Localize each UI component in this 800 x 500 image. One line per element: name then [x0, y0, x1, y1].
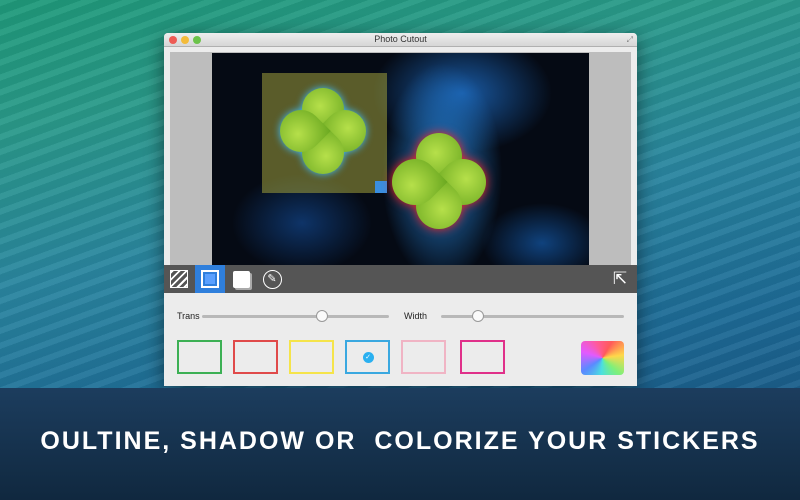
color-swatch-magenta[interactable]	[460, 340, 505, 374]
resize-handle[interactable]	[375, 181, 387, 193]
promo-caption: OULTINE, SHADOW OR COLORIZE YOUR STICKER…	[40, 427, 760, 455]
outline-tool-button[interactable]	[195, 265, 225, 293]
fullscreen-icon[interactable]: ⤢	[627, 35, 633, 45]
stripes-tool-button[interactable]	[164, 265, 194, 293]
title-bar: Photo Cutout ⤢	[164, 33, 637, 47]
share-button[interactable]: ⇱	[605, 265, 635, 293]
controls-panel: Trans Width ✓	[164, 293, 637, 386]
color-swatch-green[interactable]	[177, 340, 222, 374]
sticker-clover-shadow[interactable]	[382, 123, 496, 239]
toolbar: ✎ ⇱	[164, 265, 637, 293]
sticker-clover-outlined[interactable]	[271, 79, 375, 183]
photo-canvas[interactable]	[212, 53, 589, 265]
shadow-icon	[232, 270, 250, 288]
width-slider[interactable]	[441, 310, 624, 322]
checkmark-icon: ✓	[362, 352, 374, 363]
width-label: Width	[404, 311, 428, 321]
pencil-circle-icon: ✎	[262, 269, 282, 289]
outline-icon	[201, 270, 219, 288]
window-title: Photo Cutout	[374, 34, 427, 44]
color-swatch-yellow[interactable]	[289, 340, 334, 374]
shadow-tool-button[interactable]	[226, 265, 256, 293]
custom-color-button[interactable]	[581, 341, 624, 375]
color-swatch-red[interactable]	[233, 340, 278, 374]
color-swatch-blue[interactable]: ✓	[345, 340, 390, 374]
stripes-icon	[170, 270, 188, 288]
color-swatch-pink[interactable]	[401, 340, 446, 374]
share-icon: ⇱	[612, 269, 628, 288]
trans-label: Trans	[177, 311, 200, 321]
app-window: Photo Cutout ⤢ ✎ ⇱ Trans Width ✓	[164, 33, 637, 386]
colorize-tool-button[interactable]: ✎	[257, 265, 287, 293]
width-slider-thumb[interactable]	[471, 310, 484, 322]
trans-slider[interactable]	[202, 310, 389, 322]
canvas-area	[164, 47, 637, 265]
trans-slider-thumb[interactable]	[315, 310, 328, 322]
